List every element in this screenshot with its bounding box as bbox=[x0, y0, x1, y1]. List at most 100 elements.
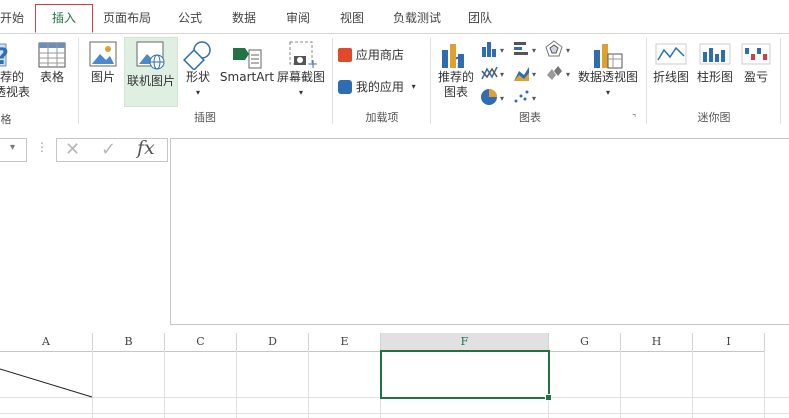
radar-chart-button[interactable]: ▾ bbox=[544, 39, 574, 59]
tab-data[interactable]: 数据 bbox=[226, 5, 262, 31]
pivot-label-1: 荐的 bbox=[0, 70, 24, 84]
sparklines-group-label: 迷你图 bbox=[697, 111, 731, 124]
tables-group-label: 格 bbox=[0, 113, 12, 126]
pivot-chart-label: 数据透视图 bbox=[577, 70, 638, 84]
tab-review[interactable]: 审阅 bbox=[280, 5, 316, 31]
recommended-pivot-button[interactable]: ? 荐的 透视表 bbox=[0, 40, 32, 100]
tab-page-layout[interactable]: 页面布局 bbox=[100, 5, 154, 31]
scatter-chart-button[interactable]: ▾ bbox=[544, 63, 574, 83]
bar-chart-button[interactable]: ▾ bbox=[512, 39, 542, 59]
table-button[interactable]: 表格 bbox=[34, 40, 70, 85]
svg-text:▾: ▾ bbox=[566, 70, 570, 79]
ribbon: ? 荐的 透视表 表格 格 图片 bbox=[0, 33, 789, 128]
tab-home[interactable]: 开始 bbox=[0, 5, 24, 31]
recommended-charts-button[interactable]: ? 推荐的 图表 bbox=[436, 40, 476, 100]
my-apps-button[interactable]: 我的应用 ▾ bbox=[338, 78, 428, 95]
chart-type-gallery: ▾ ▾ ▾ ▾ ▾ ▾ ▾ ▾ bbox=[480, 39, 576, 107]
svg-text:▾: ▾ bbox=[532, 70, 536, 79]
pivot-chart-icon bbox=[576, 40, 640, 70]
sparkline-line-icon bbox=[650, 40, 692, 70]
enter-check-icon[interactable]: ✓ bbox=[101, 139, 116, 160]
chevron-down-icon: ▾ bbox=[605, 88, 610, 97]
area-chart-button[interactable]: ▾ bbox=[512, 63, 542, 83]
svg-text:▾: ▾ bbox=[500, 94, 504, 103]
online-picture-label: 联机图片 bbox=[126, 74, 175, 88]
app-store-button[interactable]: 应用商店 bbox=[338, 46, 428, 63]
sparkline-column-button[interactable]: 柱形图 bbox=[694, 40, 736, 85]
sparkline-line-label: 折线图 bbox=[652, 70, 689, 84]
group-divider bbox=[430, 38, 431, 124]
sparkline-winloss-icon bbox=[738, 40, 774, 70]
sparkline-line-button[interactable]: 折线图 bbox=[650, 40, 692, 85]
illustrations-group-label: 插图 bbox=[194, 111, 216, 124]
column-header-e[interactable]: E bbox=[309, 333, 381, 352]
svg-text:?: ? bbox=[0, 45, 9, 70]
column-header-b[interactable]: B bbox=[93, 333, 165, 352]
column-chart-icon: ▾ bbox=[482, 42, 504, 57]
screenshot-label: 屏幕截图 bbox=[276, 70, 325, 84]
column-chart-button[interactable]: ▾ bbox=[480, 39, 510, 59]
formula-input[interactable] bbox=[170, 138, 789, 325]
column-header-h[interactable]: H bbox=[621, 333, 693, 352]
tab-view[interactable]: 视图 bbox=[334, 5, 370, 31]
formula-buttons: ✕ ✓ fx bbox=[56, 137, 168, 162]
shapes-label: 形状 bbox=[185, 70, 210, 84]
svg-text:?: ? bbox=[455, 53, 464, 70]
screenshot-icon: + bbox=[276, 40, 326, 70]
charts-group-label: 图表 bbox=[519, 111, 541, 124]
chevron-down-icon: ▾ bbox=[10, 142, 16, 153]
table-label: 表格 bbox=[39, 70, 64, 84]
dialog-launcher-icon[interactable]: ⌝ bbox=[632, 114, 636, 124]
grid-line bbox=[692, 351, 693, 418]
table-icon bbox=[34, 40, 70, 70]
insert-function-icon[interactable]: fx bbox=[137, 137, 155, 159]
scatter-plot-icon: ▾ bbox=[514, 90, 536, 103]
group-divider bbox=[780, 38, 781, 124]
radar-chart-icon: ▾ bbox=[545, 40, 570, 57]
formula-bar-grip-icon[interactable]: ⋮ bbox=[36, 140, 48, 154]
tab-team[interactable]: 团队 bbox=[462, 5, 498, 31]
fill-handle[interactable] bbox=[545, 394, 552, 401]
svg-text:▾: ▾ bbox=[532, 94, 536, 103]
smartart-icon bbox=[219, 40, 275, 70]
shapes-button[interactable]: 形状 ▾ bbox=[180, 40, 216, 100]
column-header-d[interactable]: D bbox=[237, 333, 309, 352]
pivot-question-icon: ? bbox=[0, 40, 32, 70]
smartart-button[interactable]: SmartArt bbox=[219, 40, 275, 85]
column-header-c[interactable]: C bbox=[165, 333, 237, 352]
group-divider bbox=[646, 38, 647, 124]
scatter-chart-icon: ▾ bbox=[547, 66, 570, 80]
selected-cell[interactable] bbox=[380, 350, 550, 399]
cancel-icon[interactable]: ✕ bbox=[65, 139, 80, 160]
grid-line bbox=[0, 413, 789, 414]
picture-button[interactable]: 图片 bbox=[86, 40, 120, 85]
column-header-g[interactable]: G bbox=[549, 333, 621, 352]
my-apps-icon bbox=[338, 79, 352, 94]
tab-formulas[interactable]: 公式 bbox=[172, 5, 208, 31]
line-chart-icon: ▾ bbox=[481, 66, 504, 80]
svg-text:▾: ▾ bbox=[566, 46, 570, 55]
name-box-dropdown[interactable]: ▾ bbox=[0, 138, 27, 162]
scatter-plot-button[interactable]: ▾ bbox=[512, 87, 542, 107]
cell-diagonal-line bbox=[0, 368, 93, 398]
tab-load-test[interactable]: 负载测试 bbox=[386, 5, 448, 31]
screenshot-button[interactable]: + 屏幕截图 ▾ bbox=[276, 40, 326, 100]
online-picture-icon bbox=[125, 38, 177, 74]
pie-chart-button[interactable]: ▾ bbox=[480, 87, 510, 107]
chevron-down-icon: ▾ bbox=[411, 82, 416, 91]
group-divider bbox=[78, 38, 79, 124]
pivot-label-2: 透视表 bbox=[0, 85, 30, 99]
chevron-down-icon: ▾ bbox=[195, 88, 200, 97]
column-header-i[interactable]: I bbox=[693, 333, 765, 352]
online-picture-button[interactable]: 联机图片 bbox=[124, 37, 178, 107]
grid-line bbox=[164, 351, 165, 418]
svg-text:▾: ▾ bbox=[532, 46, 536, 55]
tab-insert[interactable]: 插入 bbox=[35, 4, 93, 33]
pivot-chart-button[interactable]: 数据透视图 ▾ bbox=[576, 40, 640, 100]
line-chart-button[interactable]: ▾ bbox=[480, 63, 510, 83]
recommended-charts-label-2: 图表 bbox=[443, 85, 468, 99]
column-header-a[interactable]: A bbox=[0, 333, 93, 352]
store-bag-icon bbox=[338, 47, 352, 62]
svg-text:+: + bbox=[308, 57, 318, 70]
sparkline-winloss-button[interactable]: 盈亏 bbox=[738, 40, 774, 85]
